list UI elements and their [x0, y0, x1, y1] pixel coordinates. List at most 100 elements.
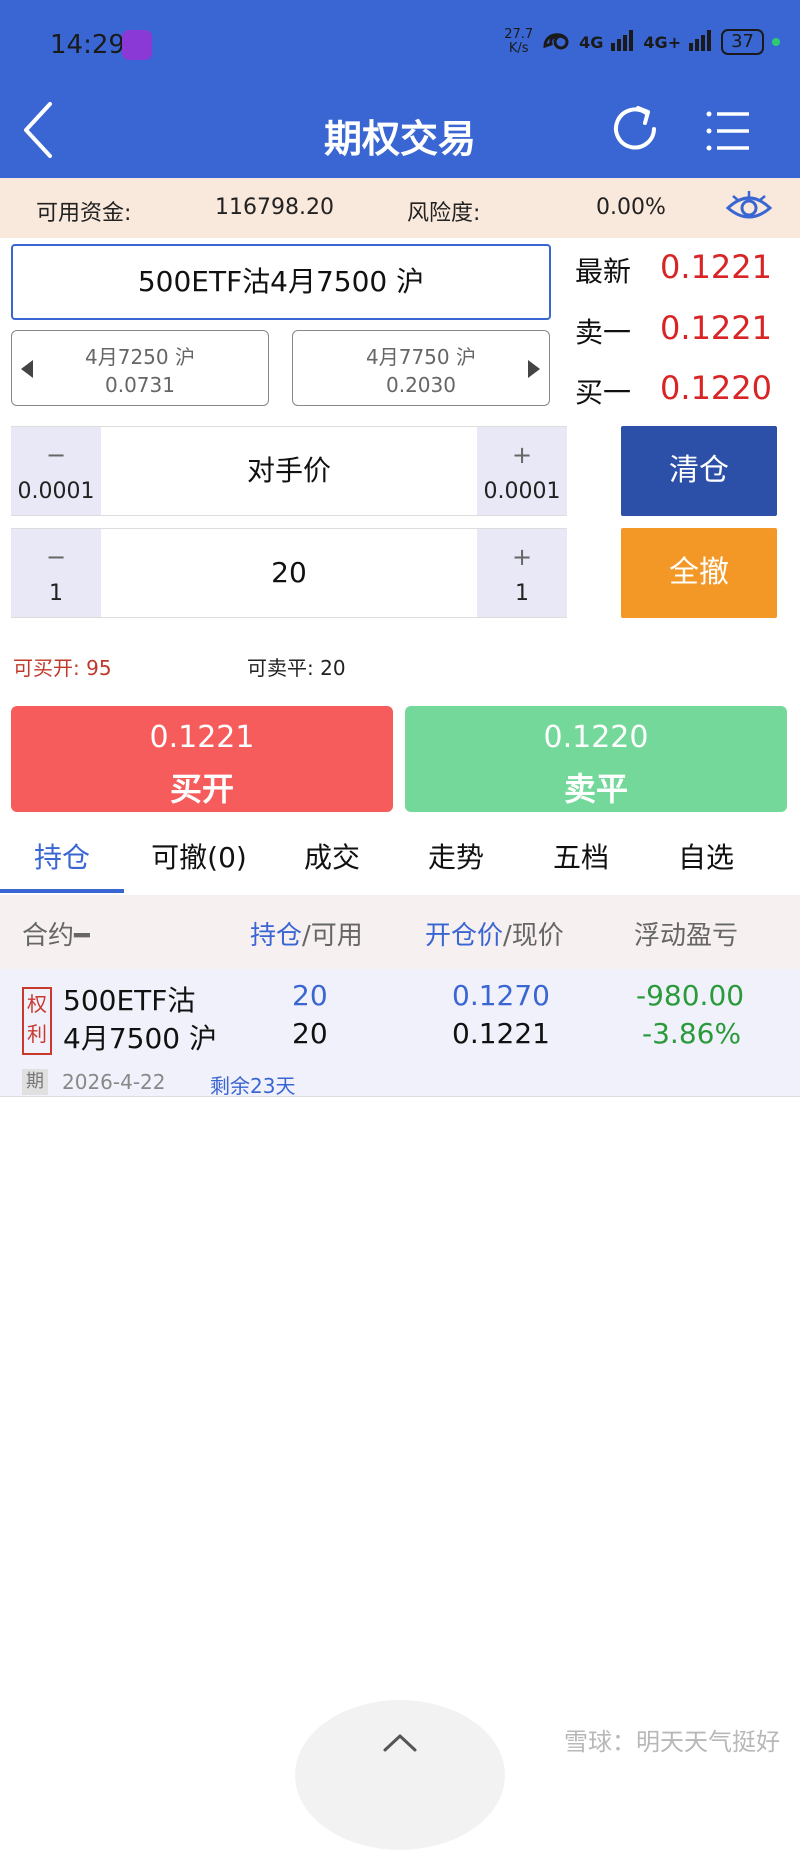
- expiry-date: 2026-4-22: [62, 1070, 166, 1094]
- quantity-decrease-button[interactable]: − 1: [11, 529, 101, 617]
- net-speed-unit: K/s: [508, 41, 529, 56]
- battery-icon: 37: [721, 29, 764, 55]
- sell-close-button[interactable]: 0.1220 卖平: [405, 706, 787, 812]
- tab-five-levels[interactable]: 五档: [521, 825, 641, 895]
- menu-list-icon: [706, 111, 749, 151]
- can-sell-close: 可卖平: 20: [247, 656, 346, 680]
- prev-strike-name: 4月7250 沪: [85, 345, 195, 369]
- expiry-badge: 期: [22, 1069, 48, 1095]
- days-remaining: 剩余23天: [210, 1074, 296, 1098]
- available-funds-value: 116798.20: [215, 195, 334, 220]
- tab-cancellable[interactable]: 可撤(0): [139, 825, 259, 895]
- quote-ask-label: 卖一: [575, 316, 632, 349]
- risk-value: 0.00%: [596, 195, 666, 220]
- buy-open-label: 买开: [169, 770, 234, 808]
- quote-latest: 最新 0.1221: [575, 244, 790, 294]
- status-indicators: 27.7 K/s 4G 4G+ 37: [504, 28, 780, 56]
- net-speed-value: 27.7: [504, 27, 534, 42]
- quote-ask-value: 0.1221: [660, 309, 772, 347]
- app-header: 14:29 27.7 K/s 4G 4G+ 37 期权交易: [0, 0, 800, 178]
- quote-latest-value: 0.1221: [660, 248, 772, 286]
- prev-strike-button[interactable]: 4月7250 沪 0.0731: [11, 330, 269, 406]
- quantity-input[interactable]: 20: [101, 529, 477, 617]
- risk-label: 风险度:: [407, 201, 481, 226]
- page-title: 期权交易: [323, 117, 476, 161]
- col-position-label: 持仓: [250, 921, 303, 951]
- quote-bid: 买一 0.1220: [575, 365, 790, 415]
- can-buy-open: 可买开: 95: [13, 656, 112, 680]
- tab-trend[interactable]: 走势: [396, 825, 516, 895]
- position-holding: 20: [292, 979, 328, 1012]
- price-decrease-button[interactable]: − 0.0001: [11, 427, 101, 515]
- signal-icon-2: 4G+: [643, 32, 682, 52]
- position-pnl-percent: -3.86%: [642, 1017, 742, 1050]
- available-funds-label: 可用资金:: [36, 201, 132, 226]
- price-increase-button[interactable]: + 0.0001: [477, 427, 567, 515]
- minus-icon: −: [45, 441, 67, 469]
- prev-strike-price: 0.0731: [105, 373, 175, 397]
- status-dot: [772, 38, 780, 46]
- eye-toggle-icon[interactable]: [725, 190, 773, 230]
- sort-icon: ━: [74, 921, 90, 951]
- next-strike-name: 4月7750 沪: [366, 345, 476, 369]
- next-strike-button[interactable]: 4月7750 沪 0.2030: [292, 330, 550, 406]
- position-name-line2: 4月7500 沪: [63, 1022, 217, 1055]
- buy-open-button[interactable]: 0.1221 买开: [11, 706, 393, 812]
- contract-selector[interactable]: 500ETF沽4月7500 沪: [11, 244, 551, 320]
- net-speed: 27.7 K/s: [504, 28, 533, 56]
- signal-icon-1: 4G: [579, 32, 604, 52]
- position-pnl-amount: -980.00: [636, 979, 745, 1012]
- quote-latest-label: 最新: [575, 255, 632, 288]
- col-contract-label: 合约: [22, 921, 75, 951]
- quantity-decrease-step: 1: [49, 581, 63, 606]
- long-tag: 权 利: [22, 987, 52, 1055]
- sell-close-label: 卖平: [563, 770, 628, 808]
- close-all-button[interactable]: 清仓: [621, 426, 777, 516]
- watermark: 雪球：明天天气挺好: [564, 1728, 780, 1756]
- quantity-stepper: − 1 20 + 1: [11, 528, 567, 618]
- long-tag-line2: 利: [27, 1022, 47, 1046]
- tab-positions[interactable]: 持仓: [0, 825, 124, 895]
- long-tag-line1: 权: [27, 992, 47, 1016]
- expand-panel-button[interactable]: [295, 1700, 505, 1850]
- plus-icon: +: [511, 543, 533, 571]
- app-notification-icon: [122, 30, 152, 60]
- chevron-up-icon: [383, 1734, 417, 1752]
- price-decrease-step: 0.0001: [17, 479, 95, 504]
- position-open-price: 0.1270: [452, 979, 550, 1012]
- next-strike-price: 0.2030: [386, 373, 456, 397]
- hd-call-icon: [541, 28, 571, 56]
- price-increase-step: 0.0001: [483, 479, 561, 504]
- quantity-increase-step: 1: [515, 581, 529, 606]
- quote-bid-value: 0.1220: [660, 369, 772, 407]
- refresh-button[interactable]: [608, 102, 662, 156]
- active-tab-indicator: [0, 889, 124, 893]
- tab-watchlist[interactable]: 自选: [646, 825, 766, 895]
- positions-table-header: 合约━ 持仓/可用 开仓价/现价 浮动盈亏: [0, 895, 800, 969]
- col-pnl: 浮动盈亏: [634, 921, 739, 951]
- sell-close-price: 0.1220: [543, 720, 649, 755]
- col-contract[interactable]: 合约━: [22, 915, 90, 952]
- menu-button[interactable]: [705, 108, 753, 154]
- col-available-label: /可用: [302, 921, 363, 951]
- position-name-line1: 500ETF沽: [63, 984, 196, 1017]
- cancel-all-button[interactable]: 全撤: [621, 528, 777, 618]
- plus-icon: +: [511, 441, 533, 469]
- col-position: 持仓/可用: [250, 915, 363, 952]
- price-stepper: − 0.0001 对手价 + 0.0001: [11, 426, 567, 516]
- minus-icon: −: [45, 543, 67, 571]
- refresh-icon: [614, 106, 656, 150]
- bottom-tabs: 持仓 可撤(0) 成交 走势 五档 自选: [0, 825, 800, 895]
- position-current-price: 0.1221: [452, 1017, 550, 1050]
- position-available: 20: [292, 1017, 328, 1050]
- funds-bar: 可用资金: 116798.20 风险度: 0.00%: [0, 178, 800, 238]
- col-price: 开仓价/现价: [425, 915, 564, 952]
- tab-trades[interactable]: 成交: [272, 825, 392, 895]
- col-current-price-label: /现价: [503, 921, 564, 951]
- quote-bid-label: 买一: [575, 376, 632, 409]
- price-input[interactable]: 对手价: [101, 427, 477, 515]
- quote-ask: 卖一 0.1221: [575, 305, 790, 355]
- buy-open-price: 0.1221: [149, 720, 255, 755]
- col-open-price-label: 开仓价: [425, 921, 504, 951]
- quantity-increase-button[interactable]: + 1: [477, 529, 567, 617]
